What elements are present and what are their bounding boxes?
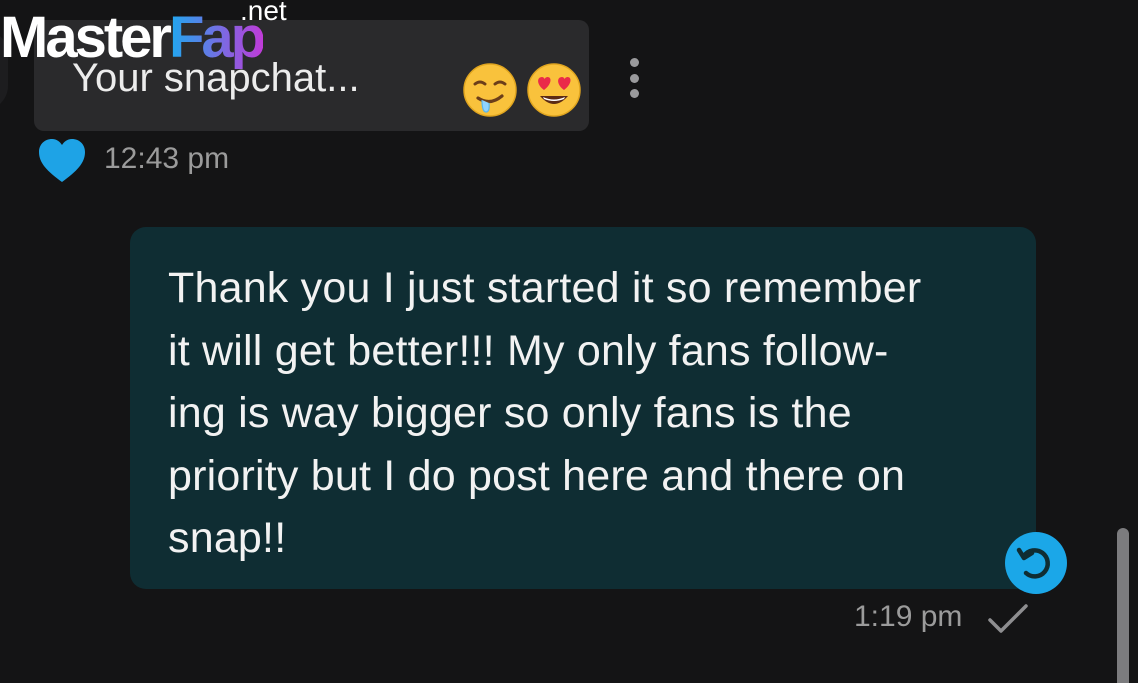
- outgoing-message-line: it will get better!!! My only fans follo…: [168, 326, 889, 375]
- outgoing-message-text: Thank you I just started it so remember …: [168, 257, 1028, 570]
- incoming-message-timestamp: 12:43 pm: [104, 142, 230, 175]
- watermark-text: MasterFap: [0, 5, 266, 70]
- smiling-face-with-heart-eyes-emoji: [527, 63, 581, 117]
- more-options-icon[interactable]: [622, 58, 646, 98]
- outgoing-message-line: Thank you I just started it so remember: [168, 264, 922, 312]
- check-icon: [988, 604, 1028, 633]
- scrollbar[interactable]: [1117, 528, 1129, 683]
- watermark-logo: MasterFap .net: [0, 0, 310, 75]
- blue-heart-icon[interactable]: [37, 138, 87, 184]
- replay-button[interactable]: [1005, 532, 1067, 594]
- chat-screen: Your snapchat... 12:43 pm Thank you I ju…: [0, 0, 1138, 683]
- drooling-face-emoji: [463, 63, 517, 117]
- outgoing-message-bubble[interactable]: Thank you I just started it so remember …: [130, 227, 1036, 589]
- outgoing-message-timestamp: 1:19 pm: [854, 600, 963, 633]
- watermark-suffix: .net: [240, 0, 287, 26]
- replay-icon: [1016, 547, 1050, 579]
- outgoing-message-line: snap!!: [168, 514, 287, 562]
- outgoing-message-line: priority but I do post here and there on: [168, 451, 906, 500]
- outgoing-message-line: ing is way bigger so only fans is the: [168, 389, 852, 437]
